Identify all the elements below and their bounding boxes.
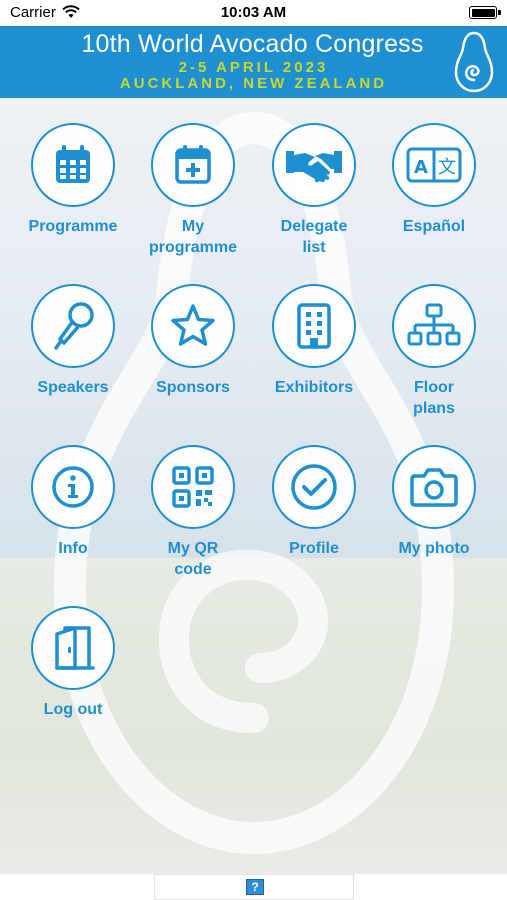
svg-text:文: 文	[438, 157, 456, 178]
svg-text:A: A	[414, 157, 428, 178]
menu-item-circle[interactable]	[272, 445, 356, 529]
menu-item-circle[interactable]	[392, 445, 476, 529]
banner-title: 10th World Avocado Congress	[81, 30, 424, 58]
handshake-icon	[286, 151, 342, 183]
banner-location: AUCKLAND, NEW ZEALAND	[119, 75, 388, 92]
menu-item-sponsors[interactable]: Sponsors	[133, 284, 253, 398]
menu-item-programme[interactable]: Programme	[13, 123, 133, 237]
star-icon	[171, 304, 215, 346]
microphone-icon	[54, 302, 94, 350]
menu-item-circle[interactable]	[392, 284, 476, 368]
menu-item-label: My photo	[398, 540, 470, 557]
door-open-icon	[55, 626, 95, 670]
menu-item-circle[interactable]	[272, 123, 356, 207]
banner-dates: 2-5 APRIL 2023	[178, 59, 329, 76]
menu-item-speakers[interactable]: Speakers	[13, 284, 133, 398]
menu-item-label: Floor plans	[413, 379, 455, 417]
menu-item-label: Profile	[289, 540, 339, 557]
menu-item-label: Log out	[43, 701, 103, 718]
menu-item-circle[interactable]	[151, 123, 235, 207]
menu-item-circle[interactable]	[31, 284, 115, 368]
help-icon[interactable]: ?	[246, 879, 264, 895]
menu-item-circle[interactable]	[272, 284, 356, 368]
info-icon	[52, 466, 94, 508]
menu-item-my-programme[interactable]: My programme	[133, 123, 253, 258]
building-icon	[297, 303, 331, 349]
menu-item-delegate-list[interactable]: Delegate list	[254, 123, 374, 258]
camera-icon	[410, 468, 458, 507]
menu-item-circle[interactable]	[151, 445, 235, 529]
menu-item-label: Delegate list	[280, 218, 348, 256]
bottom-banner: ?	[154, 874, 354, 900]
menu-item-label: Programme	[28, 218, 118, 235]
menu-item-label: Speakers	[37, 379, 109, 396]
menu-item-label: My QR code	[167, 540, 219, 578]
menu-item-espanol[interactable]: A 文 Español	[374, 123, 494, 237]
clock: 10:03 AM	[220, 4, 287, 21]
status-bar: Carrier 10:03 AM	[0, 0, 507, 26]
menu-item-label: My programme	[148, 218, 238, 256]
menu-item-label: Español	[402, 218, 466, 235]
menu-item-floor-plans[interactable]: Floor plans	[374, 284, 494, 419]
qr-code-icon	[172, 466, 214, 508]
calendar-plus-icon	[175, 145, 211, 184]
menu-item-my-qr-code[interactable]: My QR code	[133, 445, 253, 580]
menu-item-info[interactable]: Info	[13, 445, 133, 559]
avocado-logo-icon	[452, 30, 496, 99]
menu-item-my-photo[interactable]: My photo	[374, 445, 494, 559]
battery-icon	[469, 6, 497, 19]
battery-cap	[498, 10, 501, 15]
menu-item-label: Exhibitors	[274, 379, 354, 396]
menu-item-circle[interactable]: A 文	[392, 123, 476, 207]
menu-item-profile[interactable]: Profile	[254, 445, 374, 559]
menu-item-circle[interactable]	[31, 606, 115, 690]
menu-item-exhibitors[interactable]: Exhibitors	[254, 284, 374, 398]
menu-item-circle[interactable]	[31, 445, 115, 529]
header-banner: 10th World Avocado Congress 2-5 APRIL 20…	[0, 26, 507, 98]
check-circle-icon	[291, 464, 337, 510]
menu-item-label: Sponsors	[156, 379, 230, 396]
menu-item-label: Info	[58, 540, 88, 557]
menu-item-circle[interactable]	[31, 123, 115, 207]
menu-item-log-out[interactable]: Log out	[13, 606, 133, 720]
org-chart-icon	[407, 303, 461, 346]
translate-icon: A 文	[406, 147, 462, 183]
calendar-icon	[56, 145, 90, 183]
menu-item-circle[interactable]	[151, 284, 235, 368]
bottom-bar: ?	[0, 874, 507, 900]
